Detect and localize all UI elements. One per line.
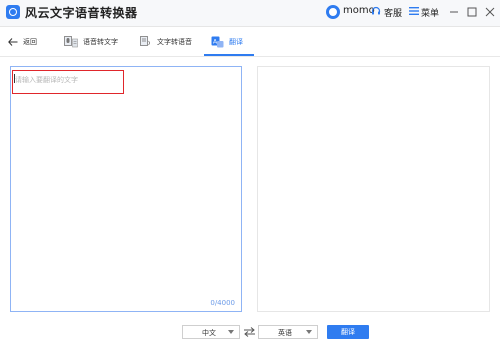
support-button[interactable]: 客服 <box>384 6 402 19</box>
chevron-down-icon <box>306 330 312 334</box>
character-count: 0/4000 <box>210 299 235 307</box>
swap-languages-icon[interactable] <box>243 326 256 338</box>
translate-icon: A <box>211 36 224 47</box>
toolbar: 返回 语音转文字 文字转语音 A 翻译 <box>0 27 500 57</box>
avatar[interactable] <box>326 5 340 19</box>
translate-tab-label: 翻译 <box>229 37 243 46</box>
menu-button[interactable]: 菜单 <box>421 6 439 19</box>
app-logo-icon <box>6 5 20 19</box>
title-bar: 风云文字语音转换器 momo 客服 菜单 <box>0 0 500 27</box>
annotation-highlight-box <box>12 70 124 94</box>
minimize-icon[interactable] <box>447 5 461 19</box>
close-icon[interactable] <box>483 5 497 19</box>
menu-icon[interactable] <box>409 7 419 15</box>
target-language-select[interactable]: 英语 <box>258 325 318 339</box>
source-text-area[interactable]: 请输入要翻译的文字 0/4000 <box>10 66 242 312</box>
tab-speech-to-text[interactable]: 语音转文字 <box>64 27 118 56</box>
text-to-speech-label: 文字转语音 <box>157 37 192 46</box>
speech-to-text-label: 语音转文字 <box>83 37 118 46</box>
text-to-speech-icon <box>140 35 150 46</box>
translate-button[interactable]: 翻译 <box>327 325 369 339</box>
back-button[interactable]: 返回 <box>8 27 37 56</box>
translation-output-area[interactable] <box>257 66 490 312</box>
arrow-left-icon <box>8 37 18 46</box>
tab-translate[interactable]: A 翻译 <box>211 27 243 56</box>
chevron-down-icon <box>228 330 234 334</box>
headset-icon[interactable] <box>371 6 381 16</box>
source-language-select[interactable]: 中文 <box>182 325 240 339</box>
tab-text-to-speech[interactable]: 文字转语音 <box>140 27 192 56</box>
active-tab-indicator <box>204 54 254 56</box>
username[interactable]: momo <box>343 5 375 16</box>
back-label: 返回 <box>23 37 37 46</box>
maximize-icon[interactable] <box>465 5 479 19</box>
app-title: 风云文字语音转换器 <box>25 6 138 20</box>
speech-to-text-icon <box>64 35 78 47</box>
target-language-value: 英语 <box>278 329 292 337</box>
